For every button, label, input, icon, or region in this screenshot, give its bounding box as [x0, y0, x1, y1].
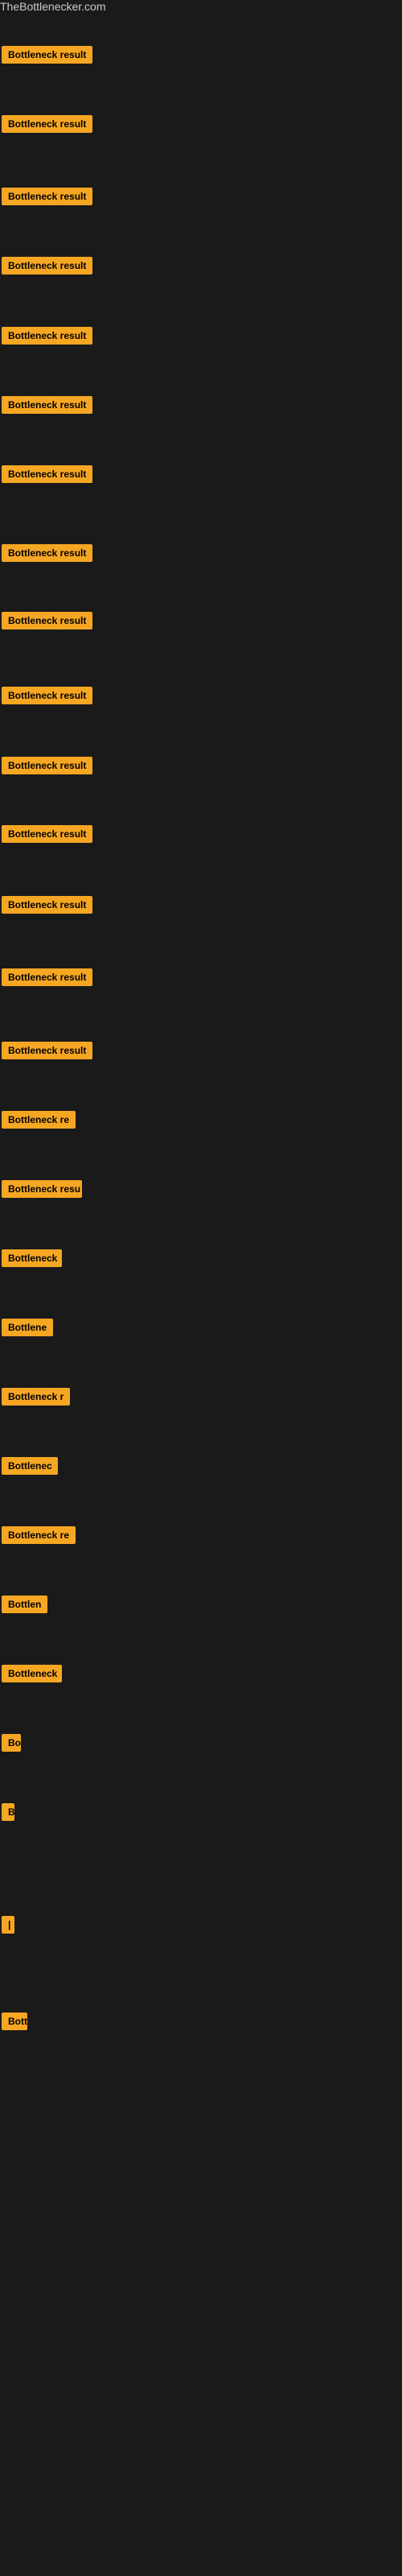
- site-header: TheBottlenecker.com: [0, 0, 402, 14]
- bottleneck-item-23: Bottlen: [2, 1596, 47, 1617]
- bottleneck-badge-20[interactable]: Bottleneck r: [2, 1388, 70, 1406]
- bottleneck-badge-24[interactable]: Bottleneck: [2, 1665, 62, 1682]
- bottleneck-item-15: Bottleneck result: [2, 1042, 92, 1063]
- bottleneck-item-22: Bottleneck re: [2, 1526, 76, 1548]
- bottleneck-item-25: Bo: [2, 1734, 21, 1756]
- bottleneck-badge-19[interactable]: Bottlene: [2, 1319, 53, 1336]
- bottleneck-badge-5[interactable]: Bottleneck result: [2, 327, 92, 345]
- bottleneck-badge-21[interactable]: Bottlenec: [2, 1457, 58, 1475]
- bottleneck-badge-16[interactable]: Bottleneck re: [2, 1111, 76, 1129]
- bottleneck-item-26: B: [2, 1803, 14, 1825]
- bottleneck-badge-26[interactable]: B: [2, 1803, 14, 1821]
- bottleneck-badge-1[interactable]: Bottleneck result: [2, 46, 92, 64]
- bottleneck-item-24: Bottleneck: [2, 1665, 62, 1686]
- bottleneck-item-19: Bottlene: [2, 1319, 53, 1340]
- bottleneck-item-5: Bottleneck result: [2, 327, 92, 349]
- bottleneck-item-12: Bottleneck result: [2, 825, 92, 847]
- bottleneck-badge-9[interactable]: Bottleneck result: [2, 612, 92, 630]
- bottleneck-item-28: Bott: [2, 2013, 27, 2034]
- bottleneck-item-16: Bottleneck re: [2, 1111, 76, 1133]
- bottleneck-badge-7[interactable]: Bottleneck result: [2, 465, 92, 483]
- bottleneck-item-21: Bottlenec: [2, 1457, 58, 1479]
- bottleneck-item-11: Bottleneck result: [2, 757, 92, 778]
- bottleneck-badge-11[interactable]: Bottleneck result: [2, 757, 92, 774]
- bottleneck-badge-8[interactable]: Bottleneck result: [2, 544, 92, 562]
- bottleneck-item-17: Bottleneck resu: [2, 1180, 82, 1202]
- bottleneck-badge-12[interactable]: Bottleneck result: [2, 825, 92, 843]
- bottleneck-item-20: Bottleneck r: [2, 1388, 70, 1410]
- bottleneck-item-10: Bottleneck result: [2, 687, 92, 708]
- bottleneck-badge-17[interactable]: Bottleneck resu: [2, 1180, 82, 1198]
- bottleneck-item-3: Bottleneck result: [2, 188, 92, 209]
- bottleneck-item-13: Bottleneck result: [2, 896, 92, 918]
- bottleneck-item-9: Bottleneck result: [2, 612, 92, 634]
- bottleneck-item-18: Bottleneck: [2, 1249, 62, 1271]
- bottleneck-badge-4[interactable]: Bottleneck result: [2, 257, 92, 275]
- bottleneck-badge-3[interactable]: Bottleneck result: [2, 188, 92, 205]
- bottleneck-item-8: Bottleneck result: [2, 544, 92, 566]
- bottleneck-item-1: Bottleneck result: [2, 46, 92, 68]
- bottleneck-item-6: Bottleneck result: [2, 396, 92, 418]
- bottleneck-badge-18[interactable]: Bottleneck: [2, 1249, 62, 1267]
- bottleneck-item-7: Bottleneck result: [2, 465, 92, 487]
- bottleneck-badge-14[interactable]: Bottleneck result: [2, 968, 92, 986]
- bottleneck-badge-22[interactable]: Bottleneck re: [2, 1526, 76, 1544]
- bottleneck-badge-6[interactable]: Bottleneck result: [2, 396, 92, 414]
- bottleneck-badge-15[interactable]: Bottleneck result: [2, 1042, 92, 1059]
- bottleneck-badge-13[interactable]: Bottleneck result: [2, 896, 92, 914]
- bottleneck-badge-25[interactable]: Bo: [2, 1734, 21, 1752]
- bottleneck-badge-23[interactable]: Bottlen: [2, 1596, 47, 1613]
- bottleneck-item-27: |: [2, 1916, 14, 1938]
- bottleneck-item-4: Bottleneck result: [2, 257, 92, 279]
- bottleneck-badge-27[interactable]: |: [2, 1916, 14, 1934]
- bottleneck-badge-28[interactable]: Bott: [2, 2013, 27, 2030]
- bottleneck-item-2: Bottleneck result: [2, 115, 92, 137]
- bottleneck-badge-10[interactable]: Bottleneck result: [2, 687, 92, 704]
- bottleneck-badge-2[interactable]: Bottleneck result: [2, 115, 92, 133]
- bottleneck-item-14: Bottleneck result: [2, 968, 92, 990]
